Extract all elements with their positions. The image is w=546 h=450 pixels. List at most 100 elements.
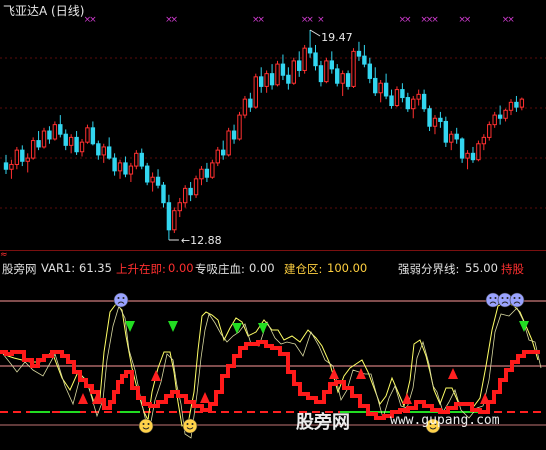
signal-marker: × [317, 15, 325, 25]
candle-body [193, 178, 199, 196]
candle-body [476, 143, 481, 161]
candle-body [41, 130, 47, 148]
candle-body [36, 140, 41, 148]
candle-body [96, 143, 101, 156]
candle-body [400, 89, 405, 99]
candle-body [438, 117, 443, 122]
candle-body [367, 63, 373, 79]
candle-body [204, 168, 210, 178]
strength-value: 55.00 [465, 261, 498, 275]
candle-body [383, 82, 389, 97]
build-value: 100.00 [327, 261, 368, 275]
candle-body [79, 141, 85, 153]
candle-body [85, 127, 90, 143]
candlestick-chart[interactable]: ×× ×× ×× ×× × ×× ××× ×× ××19.47←12.88 [0, 0, 546, 250]
candle-body [465, 152, 470, 159]
candle-body [20, 149, 25, 162]
candle-body [117, 162, 123, 172]
candle-body [454, 133, 459, 140]
holding-step-line [0, 340, 540, 420]
candle-body [297, 60, 302, 71]
candle-body [427, 108, 432, 127]
candle-body [421, 93, 427, 110]
strength-label: 强弱分界线: [398, 262, 460, 276]
absorb-value: 0.00 [249, 261, 275, 275]
watermark-url: www.gupang.com [390, 413, 500, 428]
stock-name: 飞亚达A [3, 4, 48, 18]
candle-body [188, 187, 193, 196]
indicator-site-label: 股旁网 [2, 262, 37, 276]
candle-body [68, 136, 74, 146]
candle-body [307, 47, 313, 54]
candle-body [335, 68, 340, 84]
candle-body [172, 210, 177, 231]
candle-body [112, 157, 117, 172]
candle-body [182, 187, 188, 204]
candle-body [356, 50, 362, 57]
candle-body [199, 168, 204, 180]
candle-body [52, 124, 58, 140]
candle-body [286, 74, 291, 84]
candle-body [90, 127, 96, 145]
signal-marker: × [431, 15, 439, 25]
candle-body [269, 73, 275, 86]
stock-title: 飞亚达A (日线) [3, 2, 84, 19]
candle-body [248, 98, 253, 108]
candle-body [497, 114, 503, 119]
sell-triangle-marker [168, 321, 178, 332]
candlestick-pane[interactable]: × × × × × × × × × × × × × × × × × × 19.47 ←12.88 [0, 0, 546, 250]
candle-body [487, 124, 492, 138]
candle-body [340, 73, 345, 84]
candle-body [508, 101, 514, 111]
signal-marker: × [89, 15, 97, 25]
candle-body [231, 130, 237, 140]
sad-face-icon [113, 292, 129, 308]
candle-body [253, 76, 258, 108]
indicator-legend-bar: 股旁网 VAR1: 61.35 上升在即: 0.00 专吸庄血: 0.00 建仓… [0, 261, 546, 279]
candle-body [378, 82, 383, 94]
rise-triangle-marker [200, 392, 210, 403]
candle-body [351, 50, 356, 87]
candle-body [519, 98, 525, 108]
candle-body [63, 133, 68, 146]
sad-face-icon [509, 292, 525, 308]
var1-value: 61.35 [79, 261, 112, 275]
candle-body [3, 162, 9, 170]
candle-body [459, 138, 465, 159]
candle-body [237, 114, 242, 140]
candle-body [144, 165, 150, 183]
candle-body [259, 76, 264, 87]
candle-body [503, 109, 508, 119]
candle-body [514, 101, 519, 108]
rise-triangle-marker [480, 393, 490, 404]
signal-marker: × [171, 15, 179, 25]
candle-body [470, 152, 476, 161]
absorb-label: 专吸庄血: [195, 262, 245, 276]
signal-marker: × [404, 15, 412, 25]
candle-body [394, 89, 400, 107]
pane-divider[interactable] [0, 250, 546, 251]
candle-body [58, 124, 63, 135]
candle-body [161, 184, 166, 204]
signal-marker: × [306, 15, 314, 25]
candle-body [177, 202, 182, 212]
candle-body [373, 77, 378, 94]
candle-body [215, 149, 220, 164]
rise-triangle-marker [78, 393, 88, 404]
candle-body [30, 140, 36, 159]
candle-body [362, 55, 367, 65]
candle-body [416, 93, 421, 100]
candle-body [123, 162, 128, 175]
candle-body [226, 130, 231, 156]
candle-body [324, 60, 329, 83]
candle-body [264, 73, 269, 87]
candle-body [242, 98, 248, 116]
candle-body [166, 202, 172, 231]
candle-body [318, 65, 324, 83]
candle-body [329, 60, 335, 70]
candle-body [275, 63, 280, 86]
candle-body [345, 73, 351, 87]
candle-body [74, 136, 79, 153]
candle-body [47, 130, 52, 140]
var1-label: VAR1: [41, 261, 76, 275]
